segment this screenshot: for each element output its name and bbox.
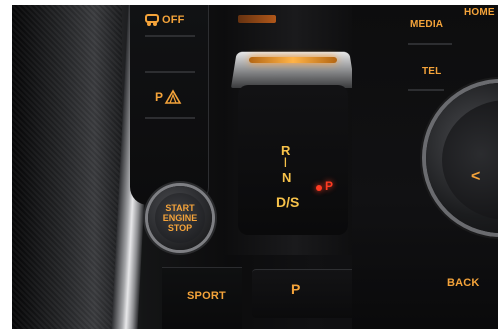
tel-button[interactable]: TEL bbox=[422, 66, 442, 77]
engine-label: ENGINE bbox=[162, 213, 198, 223]
stop-label: STOP bbox=[167, 223, 193, 233]
back-button[interactable]: BACK bbox=[447, 277, 480, 289]
traction-off-icon bbox=[145, 14, 159, 26]
gear-separator: | bbox=[284, 157, 287, 168]
divider bbox=[408, 89, 444, 91]
home-button[interactable]: HOME bbox=[464, 7, 495, 18]
gear-console-photo: OFF P START ENGINE STOP SPORT R | N D/S … bbox=[12, 5, 498, 329]
gear-ds-label: D/S bbox=[276, 194, 300, 210]
park-button[interactable] bbox=[252, 269, 368, 318]
top-glow bbox=[238, 15, 276, 23]
park-assist-icon bbox=[164, 89, 182, 104]
gear-p-label: P bbox=[325, 179, 334, 193]
gear-n-label: N bbox=[282, 170, 292, 185]
divider bbox=[145, 71, 195, 73]
divider bbox=[408, 43, 452, 45]
sport-label: SPORT bbox=[187, 290, 226, 302]
left-trim bbox=[12, 5, 122, 329]
start-engine-stop-button[interactable]: START ENGINE STOP bbox=[155, 193, 205, 243]
start-label: START bbox=[165, 203, 195, 213]
park-indicator-dot bbox=[316, 185, 322, 191]
divider bbox=[145, 35, 195, 37]
off-label: OFF bbox=[162, 14, 185, 26]
gear-r-label: R bbox=[281, 143, 291, 158]
lever-light-strip bbox=[249, 57, 337, 63]
park-assist-label: P bbox=[155, 90, 164, 104]
park-button-label: P bbox=[291, 281, 301, 297]
chevron-left-icon: < bbox=[471, 168, 481, 185]
divider bbox=[145, 117, 195, 119]
media-button[interactable]: MEDIA bbox=[410, 19, 443, 30]
lever-glass bbox=[238, 85, 348, 235]
